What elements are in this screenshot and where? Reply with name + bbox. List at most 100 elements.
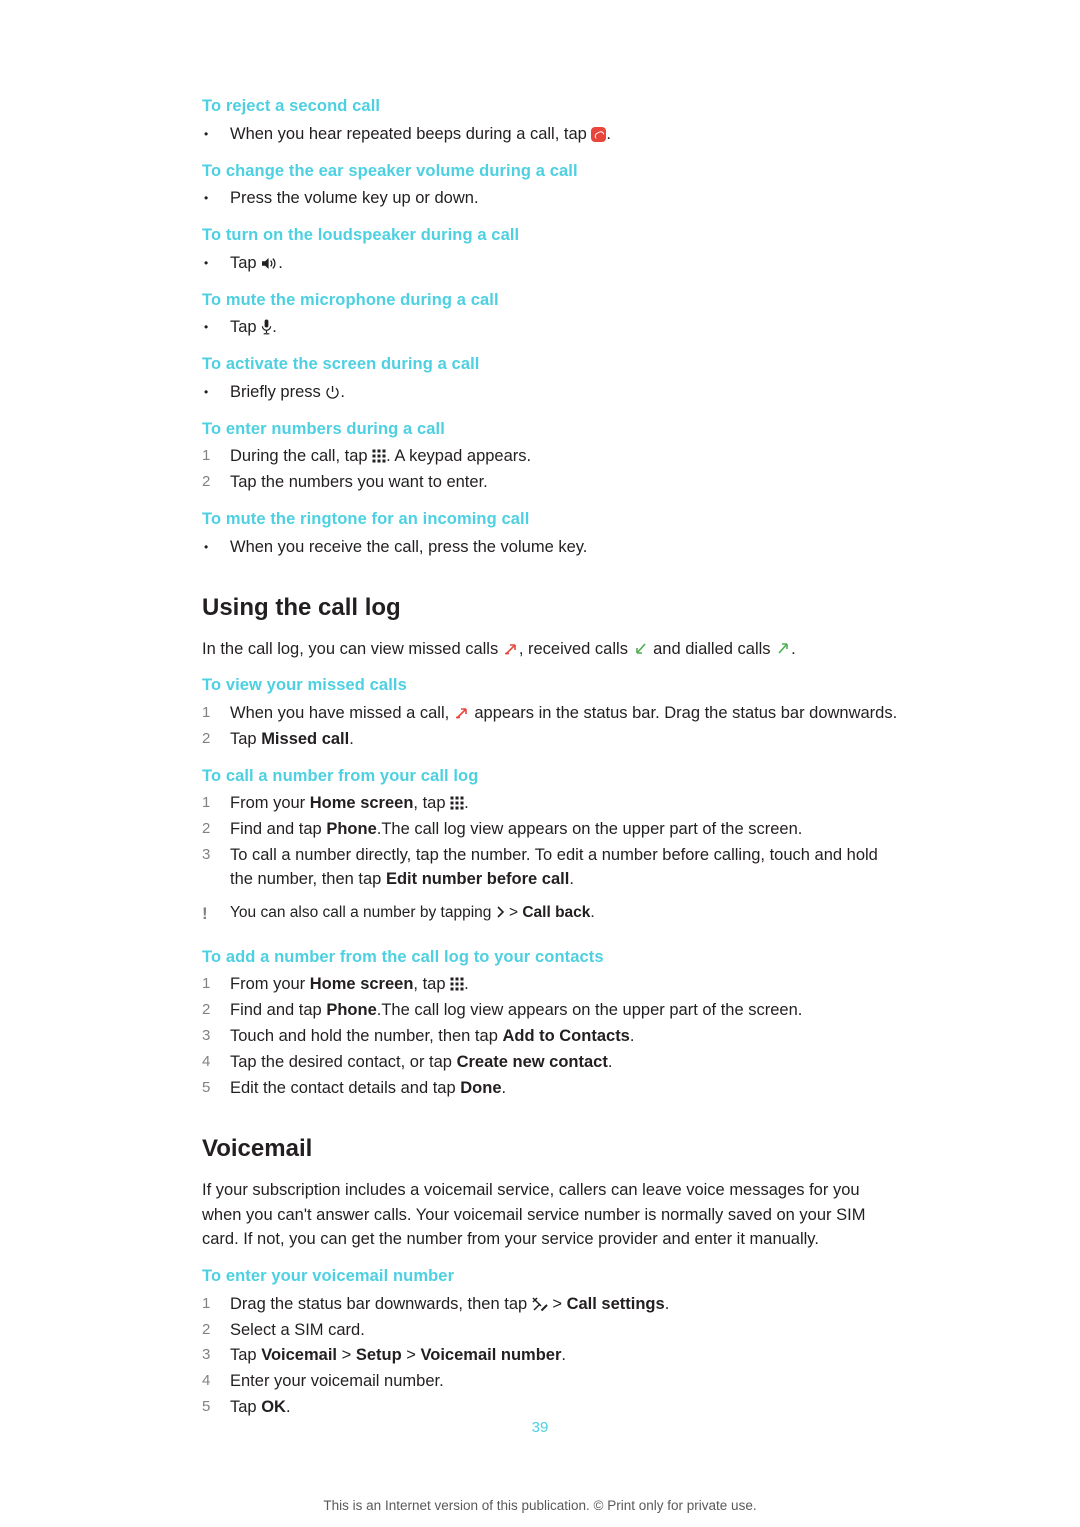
step-number: 1	[202, 447, 211, 465]
list-item-text: Select a SIM card.	[230, 1320, 365, 1339]
list-item: 4 Tap the desired contact, or tap Create…	[202, 1051, 902, 1075]
list-item: • When you receive the call, press the v…	[202, 536, 902, 560]
list-item: 3 Touch and hold the number, then tap Ad…	[202, 1025, 902, 1049]
list-item-text-pre: Tap	[230, 318, 262, 337]
list-item-text: Tap the desired contact, or tap Create n…	[230, 1053, 613, 1072]
list-item: 2 Tap Missed call.	[202, 728, 902, 752]
list-item: 1 Drag the status bar downwards, then ta…	[202, 1293, 902, 1317]
list-item-text-pre: During the call, tap	[230, 447, 373, 466]
list-item-text: Tap Missed call.	[230, 729, 354, 748]
list-item: 1 From your Home screen, tap .	[202, 973, 902, 997]
list-item: 4 Enter your voicemail number.	[202, 1370, 902, 1394]
manual-page: To reject a second call • When you hear …	[0, 0, 1080, 1527]
list-item-text: To call a number directly, tap the numbe…	[230, 846, 878, 889]
list-item-text: Tap .	[230, 252, 902, 276]
step-number: 1	[202, 975, 211, 993]
list-item: • When you hear repeated beeps during a …	[202, 123, 902, 147]
list-item-text-pre: Tap	[230, 253, 262, 272]
keypad-icon	[372, 447, 386, 463]
list-item-text-post: .	[606, 124, 611, 143]
procedure-block: To reject a second call • When you hear …	[202, 96, 902, 147]
call-log-intro: In the call log, you can view missed cal…	[202, 637, 902, 662]
list-item-text-post: .	[340, 382, 345, 401]
power-icon	[325, 384, 340, 399]
procedure-heading: To reject a second call	[202, 97, 381, 115]
loudspeaker-icon	[261, 255, 278, 270]
step-number: 1	[202, 1294, 211, 1312]
step-number: 5	[202, 1079, 211, 1097]
list-item-text-pre: When you hear repeated beeps during a ca…	[230, 124, 592, 143]
procedure-block: To mute the ringtone for an incoming cal…	[202, 509, 902, 560]
list-item-text: Enter your voicemail number.	[230, 1372, 444, 1391]
list-item: • Press the volume key up or down.	[202, 187, 902, 211]
list-item: 3 Tap Voicemail > Setup > Voicemail numb…	[202, 1344, 902, 1368]
step-number: 3	[202, 1346, 211, 1364]
list-item: 1 During the call, tap . A keypad appear…	[202, 445, 902, 469]
list-item: 2 Find and tap Phone.The call log view a…	[202, 999, 902, 1023]
list-item-text-post: .	[278, 253, 283, 272]
list-item: • Tap .	[202, 316, 902, 340]
call-log-intro-1: In the call log, you can view missed cal…	[202, 639, 503, 658]
procedure-heading: To enter your voicemail number	[202, 1267, 455, 1285]
list-item: 1 When you have missed a call, appears i…	[202, 702, 902, 726]
bullet-marker: •	[204, 320, 209, 335]
list-item-text: Find and tap Phone.The call log view app…	[230, 1001, 803, 1020]
list-item-text: From your Home screen, tap .	[230, 975, 469, 994]
procedure-block: To activate the screen during a call • B…	[202, 354, 902, 405]
call-log-intro-4: .	[791, 639, 796, 658]
list-item-text: Find and tap Phone.The call log view app…	[230, 820, 803, 839]
list-item: 2 Find and tap Phone.The call log view a…	[202, 818, 902, 842]
list-item-text: Tap OK.	[230, 1398, 291, 1417]
call-log-intro-2: , received calls	[518, 639, 633, 658]
procedure-heading: To mute the ringtone for an incoming cal…	[202, 510, 530, 529]
voicemail-paragraph: If your subscription includes a voicemai…	[202, 1180, 866, 1249]
procedure-block: To mute the microphone during a call • T…	[202, 290, 902, 341]
step-number: 4	[202, 1053, 211, 1071]
call-log-intro-3: and dialled calls	[648, 639, 776, 658]
list-item-text: Tap .	[230, 316, 902, 340]
list-item-text: Briefly press .	[230, 381, 902, 405]
list-item-text: When you hear repeated beeps during a ca…	[230, 123, 902, 147]
procedure-heading: To change the ear speaker volume during …	[202, 161, 578, 180]
list-item-text-post: . A keypad appears.	[386, 447, 532, 466]
list-item-text: Press the volume key up or down.	[230, 189, 479, 208]
list-item-text: From your Home screen, tap .	[230, 794, 469, 813]
bullet-marker: •	[204, 384, 209, 399]
bullet-marker: •	[204, 191, 209, 206]
procedure-heading: To view your missed calls	[202, 676, 407, 695]
list-item-text: When you receive the call, press the vol…	[230, 537, 588, 556]
procedure-heading: To mute the microphone during a call	[202, 290, 499, 309]
section-title-call-log: Using the call log	[202, 593, 401, 621]
step-number: 2	[202, 473, 211, 491]
list-item: 3 To call a number directly, tap the num…	[202, 844, 902, 892]
missed-call-arrow-icon	[454, 705, 470, 721]
bullet-marker: •	[204, 539, 209, 554]
tip-text: You can also call a number by tapping > …	[230, 904, 595, 922]
missed-call-arrow-icon	[503, 640, 519, 656]
procedure-block: To turn on the loudspeaker during a call…	[202, 225, 902, 276]
step-number: 2	[202, 1001, 211, 1019]
bullet-marker: •	[204, 255, 209, 270]
tip-marker: !	[202, 904, 208, 924]
procedure-heading: To enter numbers during a call	[202, 419, 445, 438]
list-item: 5 Tap OK.	[202, 1396, 902, 1420]
list-item: • Briefly press .	[202, 381, 902, 405]
procedure-block: To enter numbers during a call 1 During …	[202, 419, 902, 495]
settings-wrench-icon	[532, 1296, 548, 1311]
page-footer: This is an Internet version of this publ…	[323, 1498, 757, 1513]
step-number: 3	[202, 1027, 211, 1045]
procedure-block: To change the ear speaker volume during …	[202, 161, 902, 212]
section-title-voicemail: Voicemail	[202, 1134, 313, 1162]
list-item-text-pre: Briefly press	[230, 382, 326, 401]
list-item-text-post: .	[272, 318, 277, 337]
tip-note: ! You can also call a number by tapping …	[202, 902, 902, 927]
procedure-block: To view your missed calls 1 When you hav…	[202, 675, 902, 751]
page-content: To reject a second call • When you hear …	[202, 96, 902, 1434]
keypad-icon	[450, 975, 464, 991]
procedure-block: To enter your voicemail number 1 Drag th…	[202, 1266, 902, 1420]
step-number: 2	[202, 1320, 211, 1338]
list-item: • Tap .	[202, 252, 902, 276]
list-item-text: Drag the status bar downwards, then tap …	[230, 1294, 670, 1313]
step-number: 2	[202, 729, 211, 747]
keypad-icon	[450, 794, 464, 810]
